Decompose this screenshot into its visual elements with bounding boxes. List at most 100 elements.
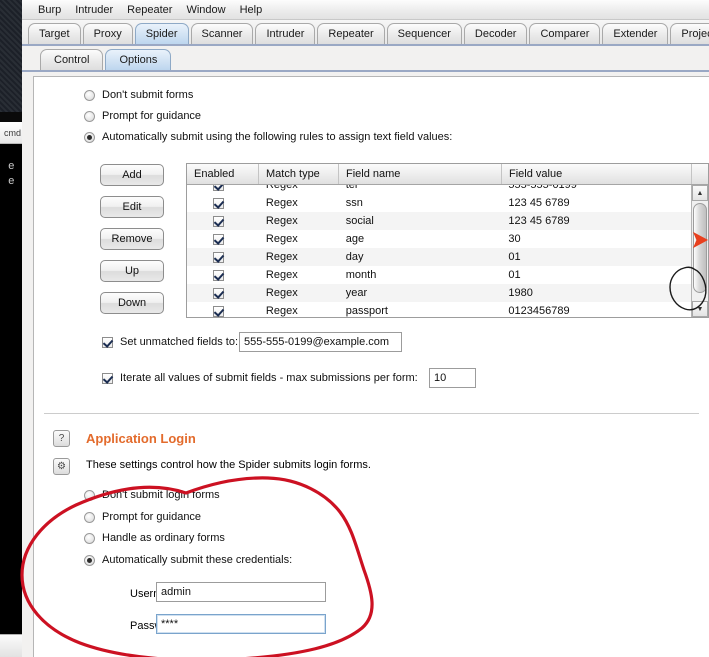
cell-match-type: Regex bbox=[265, 305, 298, 317]
tab-intruder[interactable]: Intruder bbox=[255, 23, 316, 44]
cell-enabled[interactable] bbox=[187, 185, 259, 191]
cell-field-value: 1980 bbox=[508, 287, 533, 299]
radio-auto-submit-credentials[interactable]: Automatically submit these credentials: bbox=[84, 554, 292, 566]
table-scrollbar[interactable]: ▲ ▼ bbox=[691, 185, 708, 317]
column-header-match-type[interactable]: Match type bbox=[259, 164, 339, 184]
scrollbar-thumb[interactable] bbox=[693, 203, 707, 293]
tab-repeater[interactable]: Repeater bbox=[317, 23, 385, 44]
menu-item-intruder[interactable]: Intruder bbox=[68, 2, 120, 18]
table-row[interactable]: Regex ssn 123 45 6789 bbox=[187, 194, 691, 212]
radio-label: Don't submit login forms bbox=[102, 489, 220, 501]
cell-enabled[interactable] bbox=[187, 305, 259, 317]
cell-field-value: 555-555-0199 bbox=[508, 185, 577, 191]
table-row[interactable]: Regex month 01 bbox=[187, 266, 691, 284]
cell-enabled[interactable] bbox=[187, 287, 259, 299]
background-taskbar[interactable] bbox=[0, 634, 22, 657]
section-description: These settings control how the Spider su… bbox=[86, 459, 371, 471]
background-cmd-titlebar[interactable]: cmd bbox=[0, 122, 22, 144]
tab-target[interactable]: Target bbox=[28, 23, 81, 44]
edit-rule-button[interactable]: Edit bbox=[100, 196, 164, 218]
checkbox-icon[interactable] bbox=[213, 287, 224, 299]
table-row[interactable]: Regex age 30 bbox=[187, 230, 691, 248]
add-rule-button[interactable]: Add bbox=[100, 164, 164, 186]
radio-handle-as-ordinary-forms[interactable]: Handle as ordinary forms bbox=[84, 532, 225, 544]
password-input[interactable] bbox=[156, 614, 326, 634]
checkbox-icon[interactable] bbox=[213, 197, 224, 209]
gear-icon[interactable]: ⚙ bbox=[53, 458, 70, 475]
tab-proxy[interactable]: Proxy bbox=[82, 23, 133, 44]
radio-indicator bbox=[84, 110, 95, 122]
cell-match-type: Regex bbox=[265, 287, 298, 299]
checkbox-set-unmatched-fields[interactable]: Set unmatched fields to: bbox=[102, 336, 238, 348]
cell-field-name: day bbox=[345, 251, 364, 263]
desktop-backdrop: cmd e e bbox=[0, 0, 22, 657]
cell-field-name: ssn bbox=[345, 197, 363, 209]
tab-sequencer[interactable]: Sequencer bbox=[386, 23, 462, 44]
cell-enabled[interactable] bbox=[187, 233, 259, 245]
cell-enabled[interactable] bbox=[187, 269, 259, 281]
menu-item-window[interactable]: Window bbox=[179, 2, 232, 18]
form-field-rules-table[interactable]: Enabled Match type Field name Field valu… bbox=[186, 163, 709, 318]
table-row[interactable]: Regex year 1980 bbox=[187, 284, 691, 302]
max-submissions-input[interactable] bbox=[429, 368, 476, 388]
main-tab-bar: Target Proxy Spider Scanner Intruder Rep… bbox=[22, 20, 709, 46]
table-row[interactable]: Regex tel 555-555-0199 bbox=[187, 185, 691, 194]
cell-enabled[interactable] bbox=[187, 197, 259, 209]
table-row[interactable]: Regex social 123 45 6789 bbox=[187, 212, 691, 230]
checkbox-icon[interactable] bbox=[213, 185, 224, 191]
tab-spider[interactable]: Spider bbox=[134, 23, 189, 44]
username-input[interactable] bbox=[156, 582, 326, 602]
column-header-enabled[interactable]: Enabled bbox=[187, 164, 259, 184]
checkbox-icon[interactable] bbox=[213, 269, 224, 281]
page-title: Application Login bbox=[86, 431, 196, 446]
radio-dont-submit-login-forms[interactable]: Don't submit login forms bbox=[84, 489, 220, 501]
checkbox-icon[interactable] bbox=[213, 215, 224, 227]
radio-dont-submit-forms[interactable]: Don't submit forms bbox=[84, 89, 193, 101]
radio-indicator bbox=[84, 89, 95, 101]
tab-decoder[interactable]: Decoder bbox=[463, 23, 528, 44]
tab-extender[interactable]: Extender bbox=[602, 23, 669, 44]
cell-enabled[interactable] bbox=[187, 215, 259, 227]
cell-field-value: 0123456789 bbox=[508, 305, 570, 317]
table-row[interactable]: Regex day 01 bbox=[187, 248, 691, 266]
checkbox-icon[interactable] bbox=[102, 372, 113, 384]
scroll-down-arrow-icon[interactable]: ▼ bbox=[692, 301, 708, 317]
cell-field-value: 123 45 6789 bbox=[508, 215, 570, 227]
radio-indicator bbox=[84, 131, 95, 143]
menu-item-burp[interactable]: Burp bbox=[31, 2, 68, 18]
column-header-field-value[interactable]: Field value bbox=[502, 164, 692, 184]
checkbox-icon[interactable] bbox=[213, 305, 224, 317]
table-row[interactable]: Regex passport 0123456789 bbox=[187, 302, 691, 317]
cell-field-name: month bbox=[345, 269, 377, 281]
background-cmd-console[interactable]: e e bbox=[0, 144, 22, 634]
checkbox-icon[interactable] bbox=[102, 336, 113, 348]
tab-control[interactable]: Control bbox=[40, 49, 104, 70]
scroll-up-arrow-icon[interactable]: ▲ bbox=[692, 185, 708, 201]
menu-item-repeater[interactable]: Repeater bbox=[120, 2, 179, 18]
radio-auto-submit-rules[interactable]: Automatically submit using the following… bbox=[84, 131, 452, 143]
cell-enabled[interactable] bbox=[187, 251, 259, 263]
background-window-noise bbox=[0, 0, 22, 112]
tab-options[interactable]: Options bbox=[105, 49, 172, 70]
menu-item-help[interactable]: Help bbox=[233, 2, 270, 18]
radio-prompt-for-guidance[interactable]: Prompt for guidance bbox=[84, 110, 201, 122]
tab-comparer[interactable]: Comparer bbox=[529, 23, 601, 44]
tab-scanner[interactable]: Scanner bbox=[190, 23, 254, 44]
checkbox-icon[interactable] bbox=[213, 251, 224, 263]
burp-suite-window: Burp Intruder Repeater Window Help Targe… bbox=[22, 0, 709, 657]
spider-sub-tab-bar: Control Options bbox=[22, 46, 709, 72]
cell-match-type: Regex bbox=[265, 215, 298, 227]
checkbox-iterate-submit-fields[interactable]: Iterate all values of submit fields - ma… bbox=[102, 372, 418, 384]
radio-login-prompt-for-guidance[interactable]: Prompt for guidance bbox=[84, 511, 201, 523]
cell-field-name: social bbox=[345, 215, 374, 227]
remove-rule-button[interactable]: Remove bbox=[100, 228, 164, 250]
unmatched-fields-input[interactable] bbox=[239, 332, 402, 352]
move-down-button[interactable]: Down bbox=[100, 292, 164, 314]
column-header-field-name[interactable]: Field name bbox=[339, 164, 502, 184]
move-up-button[interactable]: Up bbox=[100, 260, 164, 282]
tab-project-options[interactable]: Project options bbox=[670, 23, 709, 44]
checkbox-icon[interactable] bbox=[213, 233, 224, 245]
help-icon[interactable]: ? bbox=[53, 430, 70, 447]
cell-match-type: Regex bbox=[265, 233, 298, 245]
checkbox-label: Set unmatched fields to: bbox=[120, 336, 239, 348]
